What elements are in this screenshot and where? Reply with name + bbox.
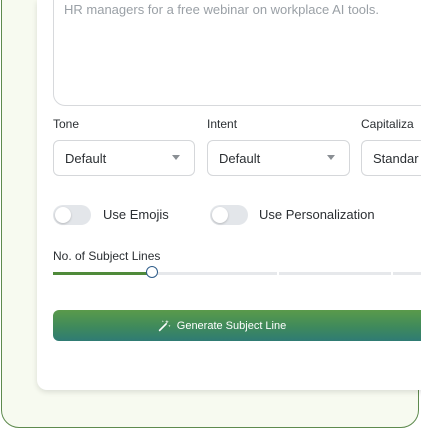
caret-down-icon	[172, 155, 180, 160]
capitalization-select-value: Standar	[373, 151, 419, 166]
subject-lines-slider[interactable]	[53, 266, 421, 278]
prompt-text: HR managers for a free webinar on workpl…	[64, 2, 380, 17]
toggle-knob	[212, 207, 228, 223]
intent-select-value: Default	[219, 151, 261, 166]
slider-fill	[53, 272, 152, 275]
personalization-toggle[interactable]	[210, 205, 248, 225]
caret-down-icon	[327, 155, 335, 160]
tone-select[interactable]: Default	[53, 140, 195, 176]
toggle-knob	[55, 207, 71, 223]
emojis-toggle[interactable]	[53, 205, 91, 225]
capitalization-select[interactable]: Standar	[361, 140, 421, 176]
generate-subject-line-button[interactable]: Generate Subject Line	[53, 310, 421, 341]
emojis-toggle-label: Use Emojis	[103, 207, 169, 222]
generate-button-label: Generate Subject Line	[176, 319, 287, 332]
slider-thumb[interactable]	[146, 266, 158, 278]
slider-tick	[391, 272, 393, 275]
tone-label: Tone	[53, 117, 80, 131]
personalization-toggle-label: Use Personalization	[259, 207, 375, 222]
intent-select[interactable]: Default	[207, 140, 350, 176]
slider-tick	[277, 272, 279, 275]
subject-lines-label: No. of Subject Lines	[53, 249, 161, 263]
intent-label: Intent	[207, 117, 238, 131]
capitalization-label: Capitaliza	[361, 117, 414, 131]
magic-wand-icon	[158, 319, 171, 332]
tone-select-value: Default	[65, 151, 107, 166]
